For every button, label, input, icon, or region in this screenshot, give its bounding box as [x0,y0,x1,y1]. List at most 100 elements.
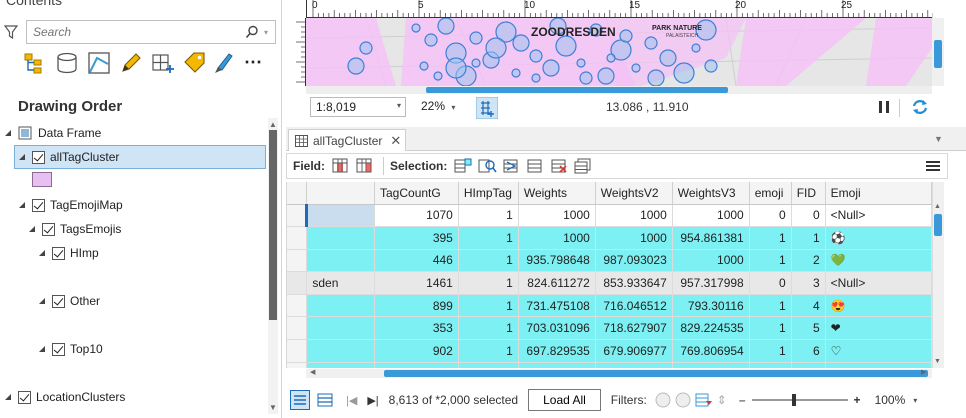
table-row[interactable]: 395 1 1000 1000 954.861381 1 1 ⚽ [287,226,932,250]
table-cell[interactable]: 935.798648 [518,249,596,273]
table-cell[interactable]: 1 [458,294,519,318]
table-cell[interactable]: 1000 [595,204,673,228]
table-cell[interactable]: 625.106058 [518,362,596,368]
table-cell[interactable]: <Null> [825,271,932,295]
search-box[interactable]: ▾ [26,20,276,44]
row-header[interactable] [287,271,308,295]
table-cell[interactable]: <Null> [825,204,932,228]
layer-visibility-checkbox[interactable] [32,198,45,212]
zoom-dropdown[interactable]: 22% ▾ [416,97,468,117]
table-cell[interactable]: 899 [374,294,459,318]
column-header[interactable]: TagCountG [374,182,459,205]
zoom-out-icon[interactable]: – [739,393,746,407]
table-cell[interactable]: 7 [791,362,826,368]
table-cell[interactable]: 1022 [374,362,459,368]
map-canvas[interactable]: ZOODRESDEN PARK NATURE PALAISTEICH [306,18,932,86]
map-graphic[interactable]: ZOODRESDEN PARK NATURE PALAISTEICH [306,18,932,86]
collapse-icon[interactable] [38,249,46,257]
clear-selection-icon[interactable] [525,157,545,175]
chevron-down-icon[interactable]: ▾ [397,101,401,110]
pause-drawing-button[interactable] [876,99,892,118]
symbology-brush-icon[interactable] [212,50,238,76]
collapse-icon[interactable] [18,201,26,209]
scroll-left-arrow-icon[interactable]: ◀ [310,368,315,376]
table-cell[interactable] [305,204,375,228]
table-cell[interactable]: 3 [791,271,826,295]
polygon-symbol-swatch[interactable] [32,172,52,187]
table-cell[interactable]: 716.046512 [595,294,673,318]
row-header[interactable] [287,339,308,363]
scroll-up-arrow-icon[interactable]: ▲ [269,120,277,129]
column-header[interactable]: HImpTag [458,182,519,205]
table-cell[interactable]: 446 [374,249,459,273]
table-cell[interactable]: 1 [458,226,519,250]
row-header[interactable] [287,204,308,228]
layer-visibility-checkbox[interactable] [52,342,65,356]
filter-selection-icon[interactable] [675,392,691,408]
scroll-down-arrow-icon[interactable]: ▼ [269,403,277,412]
table-cell[interactable]: 818.872920 [672,362,750,368]
list-by-drawing-order-icon[interactable] [22,50,48,76]
table-row[interactable]: 1070 1 1000 1000 1000 0 0 <Null> [287,204,932,228]
map-vertical-scrollbar[interactable] [932,18,944,86]
layer-visibility-checkbox[interactable] [32,150,45,164]
table-cell[interactable]: 😍 [825,294,932,318]
chevron-down-icon[interactable]: ▾ [913,396,917,405]
table-row[interactable]: sden 1461 1 824.611272 853.933647 957.317998 0… [287,271,932,295]
grid-horizontal-scroll-thumb[interactable] [384,370,928,377]
refresh-icon[interactable] [910,97,930,117]
table-cell[interactable]: 697.829535 [518,339,596,363]
tree-item-alltagcluster[interactable]: allTagCluster [18,146,119,168]
table-cell[interactable] [306,249,375,273]
table-cell[interactable]: 0 [749,204,792,228]
table-cell[interactable]: 731.475108 [518,294,596,318]
table-cell[interactable]: 1 [458,204,519,228]
table-cell[interactable]: 395 [374,226,459,250]
table-cell[interactable]: 954.861381 [672,226,750,250]
filter-icon[interactable] [4,25,18,39]
table-cell[interactable]: 1 [791,226,826,250]
scroll-right-arrow-icon[interactable]: ▶ [921,368,926,376]
map-vertical-scroll-thumb[interactable] [934,40,942,68]
row-header[interactable] [287,249,308,273]
collapse-icon[interactable] [38,297,46,305]
table-cell[interactable]: 1 [749,294,792,318]
map-layer-icon[interactable] [86,50,112,76]
refresh-button[interactable] [910,97,930,120]
collapse-icon[interactable] [18,153,26,161]
layer-visibility-checkbox[interactable] [52,294,65,308]
table-row[interactable]: 446 1 935.798648 987.093023 1000 1 2 💚 [287,249,932,273]
row-header[interactable] [287,316,308,341]
table-cell[interactable]: 703.031096 [518,316,596,341]
add-field-icon[interactable] [331,157,351,175]
column-header[interactable]: WeightsV3 [672,182,750,205]
map-horizontal-scroll-thumb[interactable] [426,87,728,93]
column-header[interactable] [306,182,375,205]
table-cell[interactable]: 957.317998 [672,271,750,295]
table-cell[interactable]: ❤ [825,316,932,341]
table-cell[interactable]: 0 [749,362,792,368]
chevron-down-icon[interactable]: ▾ [451,103,455,112]
table-cell[interactable]: 824.611272 [518,271,596,295]
filter-extent-icon[interactable] [655,392,671,408]
table-cell[interactable]: 5 [791,316,826,341]
select-by-attributes-icon[interactable] [453,157,473,175]
table-row[interactable]: 899 1 731.475108 716.046512 793.30116 1 4 😍 [287,294,932,318]
contents-scrollbar-thumb[interactable] [269,130,277,320]
more-options-icon[interactable]: ⋯ [244,52,262,73]
table-cell[interactable]: 0 [791,204,826,228]
layer-visibility-checkbox[interactable] [52,246,65,260]
attribute-grid[interactable]: TagCountG HImpTag Weights WeightsV2 Weig… [286,182,932,368]
scale-dropdown[interactable]: 1:8,019 ▾ [310,97,406,117]
search-icon[interactable] [245,25,259,39]
table-cell[interactable] [306,294,375,318]
sort-icon[interactable]: ⇕ [717,393,727,407]
table-cell[interactable]: 1 [749,226,792,250]
table-cell[interactable]: 1000 [518,204,596,228]
slider-knob[interactable] [791,394,796,406]
collapse-icon[interactable] [4,129,12,137]
attribute-table[interactable]: TagCountG HImpTag Weights WeightsV2 Weig… [287,182,932,368]
calculate-field-icon[interactable] [355,157,375,175]
table-cell[interactable]: 1 [458,339,519,363]
table-cell[interactable]: 1 [749,339,792,363]
